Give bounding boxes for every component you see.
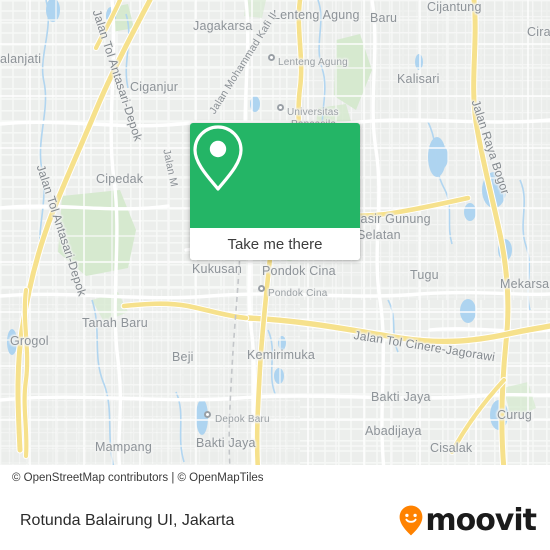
station-marker-depok-baru[interactable]: [204, 411, 211, 418]
station-marker-universitas-pancasila[interactable]: [277, 104, 284, 111]
attribution-text[interactable]: © OpenStreetMap contributors | © OpenMap…: [0, 472, 264, 484]
station-marker-pondok-cina[interactable]: [258, 285, 265, 292]
screenshot-root: alanjati Jagakarsa Ciganjur Lenteng Agung Ba…: [0, 0, 550, 550]
moovit-wordmark: moovit: [425, 503, 537, 538]
map-canvas[interactable]: alanjati Jagakarsa Ciganjur Lenteng Agung Ba…: [0, 0, 550, 470]
station-marker-lenteng-agung[interactable]: [268, 54, 275, 61]
take-me-there-button[interactable]: Take me there: [190, 228, 360, 260]
moovit-logo[interactable]: moovit: [399, 491, 537, 550]
map-pin-icon: [193, 125, 243, 191]
popup-icon-area: [190, 123, 360, 228]
location-popup-card[interactable]: Take me there: [190, 123, 360, 260]
footer-bar: Rotunda Balairung UI, Jakarta moovit: [0, 491, 550, 550]
map-attribution-bar: © OpenStreetMap contributors | © OpenMap…: [0, 465, 550, 491]
location-title: Rotunda Balairung UI, Jakarta: [20, 511, 235, 529]
take-me-there-label: Take me there: [227, 235, 323, 253]
moovit-pin-icon: [399, 505, 423, 536]
